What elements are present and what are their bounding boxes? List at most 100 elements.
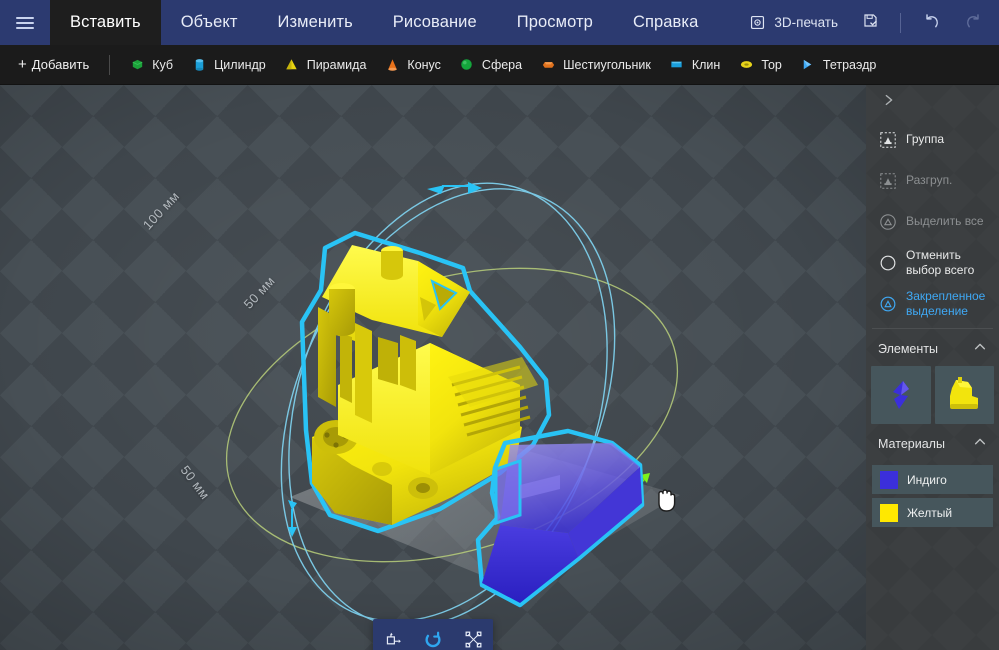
hamburger-menu-button[interactable]	[0, 0, 50, 45]
tab-object[interactable]: Объект	[161, 0, 258, 45]
add-button[interactable]: + Добавить	[8, 50, 99, 80]
chevron-right-icon	[882, 93, 896, 112]
print-3d-button[interactable]: 3D-печать	[737, 0, 848, 45]
shape-sphere[interactable]: Сфера	[450, 50, 531, 80]
tab-modify-label: Изменить	[278, 13, 353, 32]
shape-cylinder[interactable]: Цилиндр	[182, 50, 275, 80]
tab-paint[interactable]: Рисование	[373, 0, 497, 45]
shape-tetrahedron[interactable]: Тетраэдр	[791, 50, 885, 80]
sidebar-item-select-all-label: Выделить все	[906, 214, 984, 228]
ungroup-icon	[878, 171, 897, 190]
sidebar-item-group-label: Группа	[906, 132, 944, 146]
rotate-icon	[423, 630, 443, 650]
shape-cube[interactable]: Куб	[120, 50, 182, 80]
menu-tabs: Вставить Объект Изменить Рисование Просм…	[50, 0, 718, 45]
pin-select-icon	[878, 294, 897, 313]
chevron-up-icon	[973, 340, 987, 357]
shape-cone[interactable]: Конус	[375, 50, 450, 80]
shape-hexagon[interactable]: Шестиугольник	[531, 50, 660, 80]
sidebar-item-deselect-all-label: Отменить выбор всего	[906, 248, 974, 276]
material-row-yellow[interactable]: Желтый	[872, 498, 993, 527]
add-button-label: Добавить	[32, 57, 89, 72]
ribbon-separator	[109, 55, 110, 75]
sidebar-item-group[interactable]: Группа	[866, 119, 999, 160]
section-header-materials[interactable]: Материалы	[866, 424, 999, 461]
sphere-icon	[459, 57, 475, 73]
element-thumb-blade[interactable]	[871, 366, 931, 424]
tab-insert[interactable]: Вставить	[50, 0, 161, 45]
shape-pyramid-label: Пирамида	[307, 58, 367, 72]
tab-help[interactable]: Справка	[613, 0, 718, 45]
sidebar-item-ungroup-label: Разгруп.	[906, 173, 952, 187]
plus-icon: +	[18, 57, 27, 72]
hamburger-menu-icon	[16, 14, 34, 32]
undo-button[interactable]	[911, 0, 951, 45]
shape-pyramid[interactable]: Пирамида	[275, 50, 376, 80]
move-tool-button[interactable]	[373, 623, 413, 650]
pyramid-icon	[284, 57, 300, 73]
shape-hexagon-label: Шестиугольник	[563, 58, 651, 72]
deselect-icon	[878, 253, 897, 272]
app-window: Вставить Объект Изменить Рисование Просм…	[0, 0, 999, 650]
menu-right-actions: 3D-печать	[737, 0, 999, 45]
material-row-indigo[interactable]: Индиго	[872, 465, 993, 494]
group-icon	[878, 130, 897, 149]
cube-icon	[129, 57, 145, 73]
tab-object-label: Объект	[181, 13, 238, 32]
cone-icon	[384, 57, 400, 73]
section-elements-title: Элементы	[878, 342, 938, 356]
chevron-up-icon	[973, 435, 987, 452]
right-sidebar: Группа Разгруп. Выделить все Отменить вы…	[866, 85, 999, 650]
material-label-indigo: Индиго	[907, 473, 947, 487]
print-3d-label: 3D-печать	[774, 15, 838, 30]
rotate-tool-button[interactable]	[413, 623, 453, 650]
material-swatch-indigo	[880, 471, 898, 489]
shape-torus-label: Тор	[761, 58, 782, 72]
save-button[interactable]	[850, 0, 890, 45]
transform-toolbar[interactable]: 100,23 град.	[373, 619, 493, 650]
shape-tetrahedron-label: Тетраэдр	[823, 58, 876, 72]
material-label-yellow: Желтый	[907, 506, 952, 520]
shape-torus[interactable]: Тор	[729, 50, 791, 80]
shape-wedge-label: Клин	[692, 58, 720, 72]
shape-wedge[interactable]: Клин	[660, 50, 729, 80]
tab-view[interactable]: Просмотр	[497, 0, 613, 45]
3d-viewport[interactable]: 100 мм 50 мм 50 мм	[0, 85, 866, 650]
sidebar-item-deselect-all[interactable]: Отменить выбор всего	[866, 242, 999, 283]
undo-arrow-icon	[921, 10, 942, 36]
menu-bar: Вставить Объект Изменить Рисование Просм…	[0, 0, 999, 45]
transform-tool-row	[373, 619, 493, 650]
torus-icon	[738, 57, 754, 73]
shape-sphere-label: Сфера	[482, 58, 522, 72]
tetrahedron-icon	[800, 57, 816, 73]
printer-3d-icon	[747, 13, 767, 33]
element-thumb-body[interactable]	[935, 366, 995, 424]
shape-cylinder-label: Цилиндр	[214, 58, 266, 72]
shape-cone-label: Конус	[407, 58, 441, 72]
move-icon	[384, 630, 403, 650]
sidebar-expand-button[interactable]	[866, 85, 999, 119]
hexagon-icon	[540, 57, 556, 73]
menu-separator	[900, 13, 901, 33]
tab-modify[interactable]: Изменить	[258, 0, 373, 45]
wedge-icon	[669, 57, 685, 73]
scale-tool-button[interactable]	[453, 623, 493, 650]
tab-paint-label: Рисование	[393, 13, 477, 32]
cylinder-icon	[191, 57, 207, 73]
sidebar-item-select-all[interactable]: Выделить все	[866, 201, 999, 242]
material-swatch-yellow	[880, 504, 898, 522]
redo-arrow-icon	[963, 10, 984, 36]
tab-insert-label: Вставить	[70, 13, 141, 32]
tab-help-label: Справка	[633, 13, 698, 32]
redo-button[interactable]	[953, 0, 993, 45]
3d-scene[interactable]	[0, 85, 866, 650]
scale-icon	[464, 630, 483, 650]
elements-thumbnail-list	[866, 366, 999, 424]
sidebar-item-locked-selection-label: Закрепленное выделение	[906, 289, 985, 317]
sidebar-item-locked-selection[interactable]: Закрепленное выделение	[866, 283, 999, 324]
tab-view-label: Просмотр	[517, 13, 593, 32]
sidebar-item-ungroup[interactable]: Разгруп.	[866, 160, 999, 201]
section-materials-title: Материалы	[878, 437, 945, 451]
section-header-elements[interactable]: Элементы	[866, 329, 999, 366]
shapes-ribbon: + Добавить Куб Цилиндр Пирамида	[0, 45, 999, 85]
